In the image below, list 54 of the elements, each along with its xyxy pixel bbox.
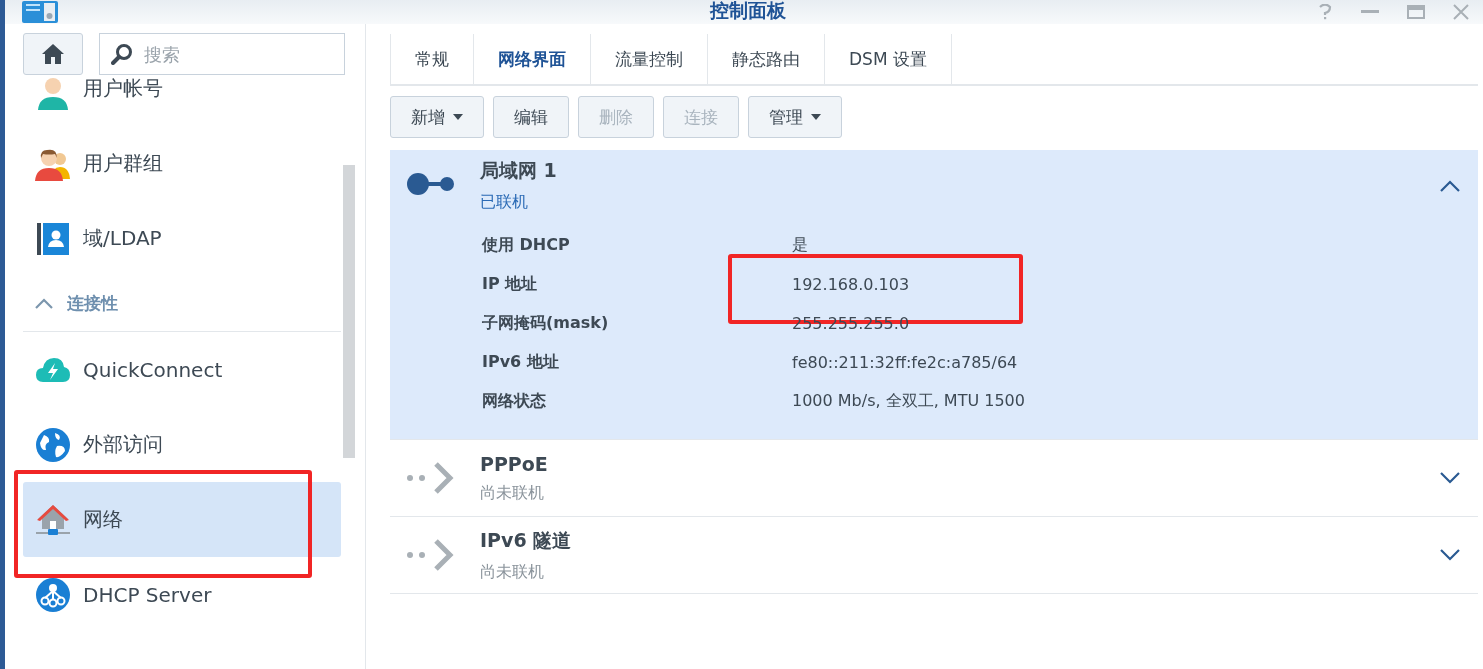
- home-icon: [41, 43, 65, 65]
- user-icon: [35, 75, 71, 111]
- detail-label: IPv6 地址: [482, 352, 560, 373]
- section-heading: 连接性: [67, 292, 118, 315]
- home-button[interactable]: [23, 33, 83, 75]
- search-icon: [111, 43, 133, 65]
- detail-value: 1000 Mb/s, 全双工, MTU 1500: [792, 391, 1025, 412]
- interface-panel[interactable]: PPPoE 尚未联机: [390, 440, 1478, 517]
- toolbar-button[interactable]: 新增: [390, 96, 484, 138]
- interface-name: IPv6 隧道: [480, 527, 573, 553]
- detail-label: IP 地址: [482, 274, 539, 295]
- sidebar-item[interactable]: 外部访问: [23, 407, 341, 482]
- chevron-icon[interactable]: [1440, 472, 1460, 484]
- minimize-icon[interactable]: [1361, 10, 1379, 14]
- sidebar-item[interactable]: 网络: [23, 482, 341, 557]
- chevron-icon[interactable]: [1440, 549, 1460, 561]
- sidebar-item[interactable]: DHCP Server: [23, 557, 341, 632]
- toolbar-button[interactable]: 编辑: [493, 96, 569, 138]
- interface-panel[interactable]: 局域网 1 已联机 使用 DHCP 是 IP 地址 192.168.0.103 子网掩码(mask) 255.255.255.0 IPv6 地址 fe80::211:32ff:fe2c:a785/64 网络状态 1000 Mb/s, 全双工, MTU 1500: [390, 150, 1478, 440]
- detail-value: 是: [792, 235, 808, 256]
- detail-value: fe80::211:32ff:fe2c:a785/64: [792, 353, 1018, 372]
- contact-book-icon: [35, 220, 71, 257]
- tab[interactable]: 常规: [390, 34, 474, 84]
- sidebar-item[interactable]: 域/LDAP: [23, 201, 341, 276]
- detail-label: 网络状态: [482, 391, 547, 412]
- sidebar-item[interactable]: 用户帐号: [23, 75, 341, 126]
- interface-name: PPPoE: [480, 452, 549, 475]
- detail-value: 255.255.255.0: [792, 314, 910, 333]
- globe-icon: [35, 426, 71, 463]
- tab[interactable]: 流量控制: [591, 34, 708, 84]
- interface-status: 已联机: [480, 192, 529, 213]
- interface-panel[interactable]: IPv6 隧道 尚未联机: [390, 517, 1478, 594]
- control-panel-icon: [22, 1, 58, 23]
- close-icon[interactable]: [1453, 4, 1469, 20]
- scrollbar[interactable]: [343, 165, 355, 458]
- tab[interactable]: 静态路由: [708, 34, 825, 84]
- sidebar-item[interactable]: 用户群组: [23, 126, 341, 201]
- sidebar-item[interactable]: QuickConnect: [23, 332, 341, 407]
- search-field[interactable]: 搜索: [99, 33, 345, 75]
- collapse-icon[interactable]: [35, 298, 53, 309]
- interface-status: 尚未联机: [480, 482, 545, 504]
- detail-label: 子网掩码(mask): [482, 313, 610, 334]
- chevron-icon[interactable]: [1440, 180, 1460, 192]
- help-icon[interactable]: [1317, 4, 1333, 20]
- detail-value: 192.168.0.103: [792, 275, 910, 294]
- interface-status: 尚未联机: [480, 561, 545, 583]
- network-nodes-icon: [35, 576, 71, 613]
- interface-name: 局域网 1: [480, 158, 558, 183]
- detail-label: 使用 DHCP: [482, 235, 571, 256]
- toolbar-button[interactable]: 管理: [748, 96, 842, 138]
- window-title: 控制面板: [710, 0, 786, 23]
- tab[interactable]: DSM 设置: [825, 34, 952, 84]
- maximize-icon[interactable]: [1407, 5, 1425, 19]
- tab[interactable]: 网络界面: [474, 34, 591, 84]
